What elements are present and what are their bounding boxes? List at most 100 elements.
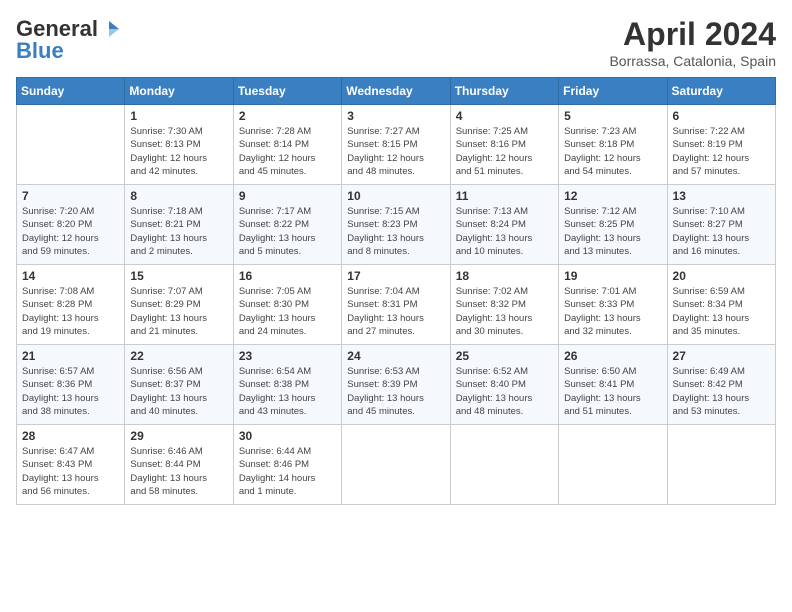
- calendar-cell: 17 Sunrise: 7:04 AM Sunset: 8:31 PM Dayli…: [342, 265, 450, 345]
- day-info: Sunrise: 6:44 AM Sunset: 8:46 PM Dayligh…: [239, 445, 336, 498]
- calendar-cell: 13Sunrise: 7:10 AM Sunset: 8:27 PM Dayli…: [667, 185, 775, 265]
- calendar-cell: 8 Sunrise: 7:18 AM Sunset: 8:21 PM Daylig…: [125, 185, 233, 265]
- day-number: 12: [564, 189, 661, 203]
- day-info: Sunrise: 7:25 AM Sunset: 8:16 PM Dayligh…: [456, 125, 553, 178]
- day-number: 3: [347, 109, 444, 123]
- day-number: 1: [130, 109, 227, 123]
- calendar-cell: 6Sunrise: 7:22 AM Sunset: 8:19 PM Daylig…: [667, 105, 775, 185]
- calendar-cell: 26Sunrise: 6:50 AM Sunset: 8:41 PM Dayli…: [559, 345, 667, 425]
- day-of-week-header: Monday: [125, 78, 233, 105]
- calendar-cell: [450, 425, 558, 505]
- day-info: Sunrise: 7:30 AM Sunset: 8:13 PM Dayligh…: [130, 125, 227, 178]
- day-of-week-header: Saturday: [667, 78, 775, 105]
- calendar-cell: 2 Sunrise: 7:28 AM Sunset: 8:14 PM Daylig…: [233, 105, 341, 185]
- calendar-cell: 21 Sunrise: 6:57 AM Sunset: 8:36 PM Dayli…: [17, 345, 125, 425]
- day-info: Sunrise: 7:13 AM Sunset: 8:24 PM Dayligh…: [456, 205, 553, 258]
- day-number: 28: [22, 429, 119, 443]
- day-info: Sunrise: 7:05 AM Sunset: 8:30 PM Dayligh…: [239, 285, 336, 338]
- calendar-cell: 22 Sunrise: 6:56 AM Sunset: 8:37 PM Dayli…: [125, 345, 233, 425]
- day-number: 20: [673, 269, 770, 283]
- calendar-week-row: 21 Sunrise: 6:57 AM Sunset: 8:36 PM Dayli…: [17, 345, 776, 425]
- day-info: Sunrise: 7:17 AM Sunset: 8:22 PM Dayligh…: [239, 205, 336, 258]
- day-number: 21: [22, 349, 119, 363]
- day-info: Sunrise: 7:27 AM Sunset: 8:15 PM Dayligh…: [347, 125, 444, 178]
- calendar-cell: [559, 425, 667, 505]
- header: General Blue April 2024 Borrassa, Catalo…: [16, 16, 776, 69]
- day-number: 30: [239, 429, 336, 443]
- day-info: Sunrise: 7:23 AM Sunset: 8:18 PM Dayligh…: [564, 125, 661, 178]
- day-of-week-header: Thursday: [450, 78, 558, 105]
- day-number: 23: [239, 349, 336, 363]
- calendar-header-row: SundayMondayTuesdayWednesdayThursdayFrid…: [17, 78, 776, 105]
- location: Borrassa, Catalonia, Spain: [609, 53, 776, 69]
- calendar-cell: 12 Sunrise: 7:12 AM Sunset: 8:25 PM Dayli…: [559, 185, 667, 265]
- day-of-week-header: Wednesday: [342, 78, 450, 105]
- day-info: Sunrise: 7:18 AM Sunset: 8:21 PM Dayligh…: [130, 205, 227, 258]
- day-info: Sunrise: 7:08 AM Sunset: 8:28 PM Dayligh…: [22, 285, 119, 338]
- calendar-cell: 18 Sunrise: 7:02 AM Sunset: 8:32 PM Dayli…: [450, 265, 558, 345]
- calendar-table: SundayMondayTuesdayWednesdayThursdayFrid…: [16, 77, 776, 505]
- calendar-cell: 28Sunrise: 6:47 AM Sunset: 8:43 PM Dayli…: [17, 425, 125, 505]
- calendar-cell: 20Sunrise: 6:59 AM Sunset: 8:34 PM Dayli…: [667, 265, 775, 345]
- calendar-cell: 27 Sunrise: 6:49 AM Sunset: 8:42 PM Dayli…: [667, 345, 775, 425]
- day-info: Sunrise: 6:46 AM Sunset: 8:44 PM Dayligh…: [130, 445, 227, 498]
- day-number: 5: [564, 109, 661, 123]
- calendar-week-row: 1 Sunrise: 7:30 AM Sunset: 8:13 PM Daylig…: [17, 105, 776, 185]
- logo-blue: Blue: [16, 38, 64, 64]
- day-number: 26: [564, 349, 661, 363]
- calendar-cell: 30 Sunrise: 6:44 AM Sunset: 8:46 PM Dayli…: [233, 425, 341, 505]
- calendar-cell: 23 Sunrise: 6:54 AM Sunset: 8:38 PM Dayli…: [233, 345, 341, 425]
- day-number: 9: [239, 189, 336, 203]
- day-info: Sunrise: 6:49 AM Sunset: 8:42 PM Dayligh…: [673, 365, 770, 418]
- day-info: Sunrise: 7:10 AM Sunset: 8:27 PM Dayligh…: [673, 205, 770, 258]
- day-number: 29: [130, 429, 227, 443]
- day-number: 8: [130, 189, 227, 203]
- calendar-cell: [342, 425, 450, 505]
- day-number: 7: [22, 189, 119, 203]
- day-number: 24: [347, 349, 444, 363]
- logo: General Blue: [16, 16, 119, 64]
- day-info: Sunrise: 6:57 AM Sunset: 8:36 PM Dayligh…: [22, 365, 119, 418]
- day-number: 22: [130, 349, 227, 363]
- logo-bird-icon: [99, 19, 119, 39]
- day-number: 18: [456, 269, 553, 283]
- title-area: April 2024 Borrassa, Catalonia, Spain: [609, 16, 776, 69]
- day-number: 4: [456, 109, 553, 123]
- day-number: 27: [673, 349, 770, 363]
- day-info: Sunrise: 6:56 AM Sunset: 8:37 PM Dayligh…: [130, 365, 227, 418]
- calendar-week-row: 28Sunrise: 6:47 AM Sunset: 8:43 PM Dayli…: [17, 425, 776, 505]
- calendar-body: 1 Sunrise: 7:30 AM Sunset: 8:13 PM Daylig…: [17, 105, 776, 505]
- day-number: 2: [239, 109, 336, 123]
- day-number: 25: [456, 349, 553, 363]
- calendar-cell: 3 Sunrise: 7:27 AM Sunset: 8:15 PM Daylig…: [342, 105, 450, 185]
- day-info: Sunrise: 7:07 AM Sunset: 8:29 PM Dayligh…: [130, 285, 227, 338]
- day-info: Sunrise: 7:15 AM Sunset: 8:23 PM Dayligh…: [347, 205, 444, 258]
- calendar-cell: 14Sunrise: 7:08 AM Sunset: 8:28 PM Dayli…: [17, 265, 125, 345]
- day-info: Sunrise: 7:02 AM Sunset: 8:32 PM Dayligh…: [456, 285, 553, 338]
- calendar-cell: 7Sunrise: 7:20 AM Sunset: 8:20 PM Daylig…: [17, 185, 125, 265]
- day-info: Sunrise: 6:52 AM Sunset: 8:40 PM Dayligh…: [456, 365, 553, 418]
- day-number: 19: [564, 269, 661, 283]
- day-of-week-header: Friday: [559, 78, 667, 105]
- day-info: Sunrise: 6:54 AM Sunset: 8:38 PM Dayligh…: [239, 365, 336, 418]
- day-number: 17: [347, 269, 444, 283]
- month-title: April 2024: [609, 16, 776, 53]
- day-info: Sunrise: 7:12 AM Sunset: 8:25 PM Dayligh…: [564, 205, 661, 258]
- calendar-cell: 11 Sunrise: 7:13 AM Sunset: 8:24 PM Dayli…: [450, 185, 558, 265]
- calendar-cell: 24 Sunrise: 6:53 AM Sunset: 8:39 PM Dayli…: [342, 345, 450, 425]
- day-info: Sunrise: 6:53 AM Sunset: 8:39 PM Dayligh…: [347, 365, 444, 418]
- calendar-week-row: 7Sunrise: 7:20 AM Sunset: 8:20 PM Daylig…: [17, 185, 776, 265]
- calendar-week-row: 14Sunrise: 7:08 AM Sunset: 8:28 PM Dayli…: [17, 265, 776, 345]
- calendar-cell: 29 Sunrise: 6:46 AM Sunset: 8:44 PM Dayli…: [125, 425, 233, 505]
- day-number: 11: [456, 189, 553, 203]
- calendar-cell: 15Sunrise: 7:07 AM Sunset: 8:29 PM Dayli…: [125, 265, 233, 345]
- calendar-cell: [17, 105, 125, 185]
- calendar-cell: 16 Sunrise: 7:05 AM Sunset: 8:30 PM Dayli…: [233, 265, 341, 345]
- day-number: 16: [239, 269, 336, 283]
- day-of-week-header: Sunday: [17, 78, 125, 105]
- day-info: Sunrise: 7:04 AM Sunset: 8:31 PM Dayligh…: [347, 285, 444, 338]
- calendar-cell: 10Sunrise: 7:15 AM Sunset: 8:23 PM Dayli…: [342, 185, 450, 265]
- calendar-cell: 19Sunrise: 7:01 AM Sunset: 8:33 PM Dayli…: [559, 265, 667, 345]
- day-info: Sunrise: 7:28 AM Sunset: 8:14 PM Dayligh…: [239, 125, 336, 178]
- day-info: Sunrise: 7:22 AM Sunset: 8:19 PM Dayligh…: [673, 125, 770, 178]
